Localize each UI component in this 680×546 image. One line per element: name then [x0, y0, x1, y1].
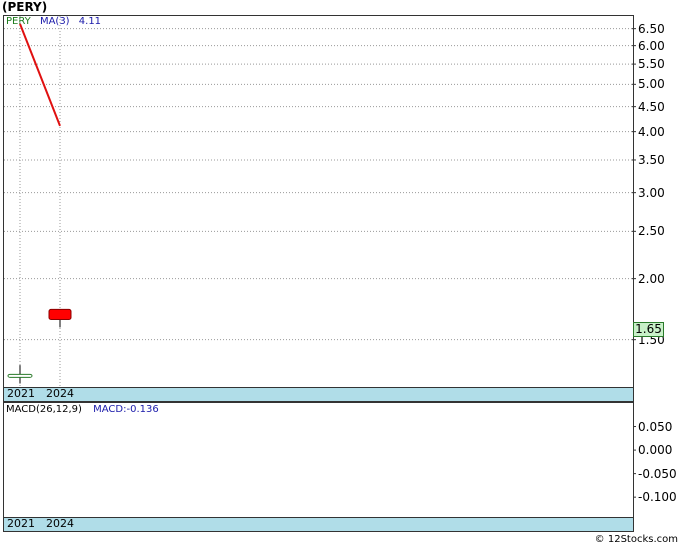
footer-credit: © 12Stocks.com [594, 534, 678, 545]
ma-line [19, 23, 61, 127]
price-tick-label: 3.00 [638, 185, 665, 200]
price-tick-label: 4.50 [638, 99, 665, 114]
macd-date-strip: 2021 2024 [4, 517, 633, 531]
price-tick-label: 4.00 [638, 124, 665, 139]
macd-tick-label: 0.000 [638, 443, 673, 458]
macd-date-2024: 2024 [46, 517, 74, 530]
macd-tick-label: -0.050 [638, 466, 677, 481]
price-tick-label: 2.50 [638, 224, 665, 239]
price-tick-label: 6.00 [638, 38, 665, 53]
macd-panel: MACD(26,12,9) MACD:-0.136 2021 2024 [3, 402, 634, 532]
macd-legend: MACD(26,12,9) MACD:-0.136 [6, 405, 159, 415]
price-tick-label: 3.50 [638, 152, 665, 167]
candle-body-2024 [48, 308, 72, 320]
macd-date-2021: 2021 [7, 517, 35, 530]
macd-params: MACD(26,12,9) [6, 404, 82, 415]
macd-tick-label: 0.050 [638, 419, 673, 434]
macd-tick-label: -0.100 [638, 490, 677, 505]
price-tick-label: 5.00 [638, 77, 665, 92]
price-tick-label: 2.00 [638, 271, 665, 286]
macd-value: MACD:-0.136 [93, 404, 159, 415]
price-tick-label: 5.50 [638, 57, 665, 72]
last-price-badge: 1.65 [633, 322, 664, 337]
candle-body-2021 [7, 373, 33, 378]
price-tick-label: 6.50 [638, 21, 665, 36]
